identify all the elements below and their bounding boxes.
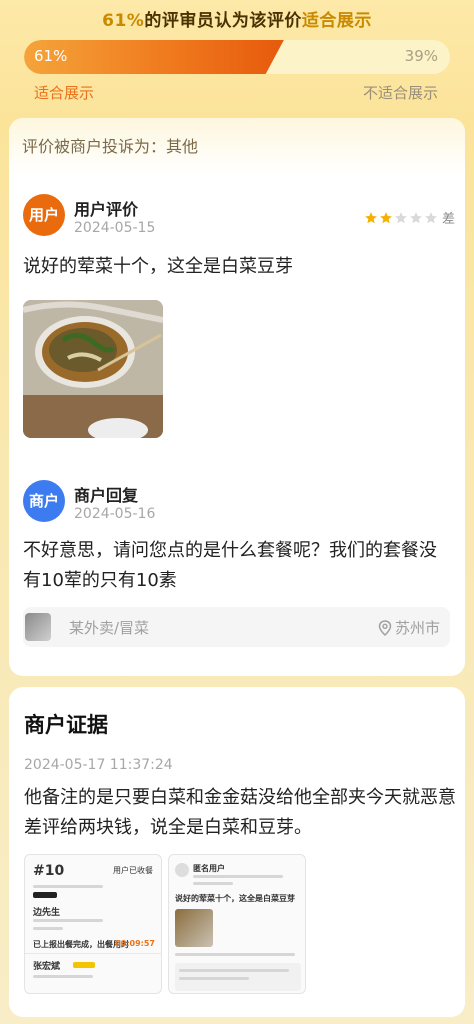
- verdict-percent: 61%: [102, 11, 145, 31]
- unsuitable-label: 不适合展示: [362, 84, 438, 102]
- verdict-highlight: 适合展示: [301, 11, 372, 31]
- evidence-text: 他备注的是只要白菜和金金菇没给他全部夹今天就恶意差评给两块钱，说全是白菜和豆芽。: [24, 787, 456, 838]
- verdict-title: 61%的评审员认为该评价适合展示: [0, 6, 474, 31]
- suitable-percent: 61%: [34, 47, 68, 65]
- shot-user: 匿名用户: [193, 864, 225, 873]
- vote-progress-bar: 61% 39%: [24, 40, 450, 74]
- shot-timer: 00:09:57: [115, 939, 155, 948]
- merchant-evidence-card: 商户证据 2024-05-17 11:37:24 他备注的是只要白菜和金金菇没给…: [9, 687, 465, 1017]
- verdict-text: 的评审员认为该评价: [144, 11, 302, 31]
- evidence-title: 商户证据: [24, 713, 108, 737]
- evidence-screenshot-review[interactable]: 匿名用户 说好的荤菜十个，这全是白菜豆芽: [168, 854, 306, 994]
- star-icon: [424, 211, 438, 225]
- merchant-reply-date: 2024-05-16: [74, 506, 156, 522]
- user-review-title: 用户评价: [74, 200, 139, 219]
- star-icon: [364, 211, 378, 225]
- location-pin-icon: [378, 619, 392, 636]
- merchant-reply-title: 商户回复: [74, 486, 139, 505]
- user-review-content: 说好的荤菜十个，这全是白菜豆芽: [23, 256, 293, 277]
- shop-name: 某外卖/冒菜: [69, 619, 150, 637]
- food-bowl-image: [23, 300, 163, 438]
- user-avatar: 用户: [23, 194, 65, 236]
- unsuitable-percent: 39%: [404, 47, 438, 65]
- shop-logo-icon: [25, 613, 51, 641]
- suitable-label: 适合展示: [34, 84, 95, 102]
- merchant-avatar: 商户: [23, 480, 65, 522]
- evidence-date: 2024-05-17 11:37:24: [24, 757, 173, 773]
- shot-customer: 边先生: [33, 908, 61, 918]
- shop-city: 苏州市: [394, 619, 440, 637]
- evidence-screenshot-order[interactable]: #10 用户已收餐 边先生 已上报出餐完成，出餐用时 00:09:57 张宏斌: [24, 854, 162, 994]
- shot-rider: 张宏斌: [33, 962, 61, 972]
- rating-stars: 差: [364, 208, 455, 227]
- review-photo[interactable]: [23, 300, 163, 438]
- shot-order-status: 用户已收餐: [113, 866, 153, 875]
- shot-order-number: #10: [33, 863, 65, 879]
- shop-location: 苏州市: [378, 617, 440, 638]
- star-icon: [409, 211, 423, 225]
- complaint-reason: 评价被商户投诉为：其他: [9, 118, 465, 174]
- user-review-date: 2024-05-15: [74, 220, 156, 236]
- shop-info-bar[interactable]: 某外卖/冒菜 苏州市: [23, 607, 450, 647]
- shot-review-text: 说好的荤菜十个，这全是白菜豆芽: [175, 894, 295, 903]
- merchant-reply-content: 不好意思，请问您点的是什么套餐呢？我们的套餐没有10荤的只有10素: [23, 540, 437, 591]
- rating-word: 差: [441, 212, 455, 227]
- star-icon: [394, 211, 408, 225]
- star-icon: [379, 211, 393, 225]
- review-card: 评价被商户投诉为：其他 用户 用户评价 2024-05-15 差 说好的荤菜十个…: [9, 118, 465, 676]
